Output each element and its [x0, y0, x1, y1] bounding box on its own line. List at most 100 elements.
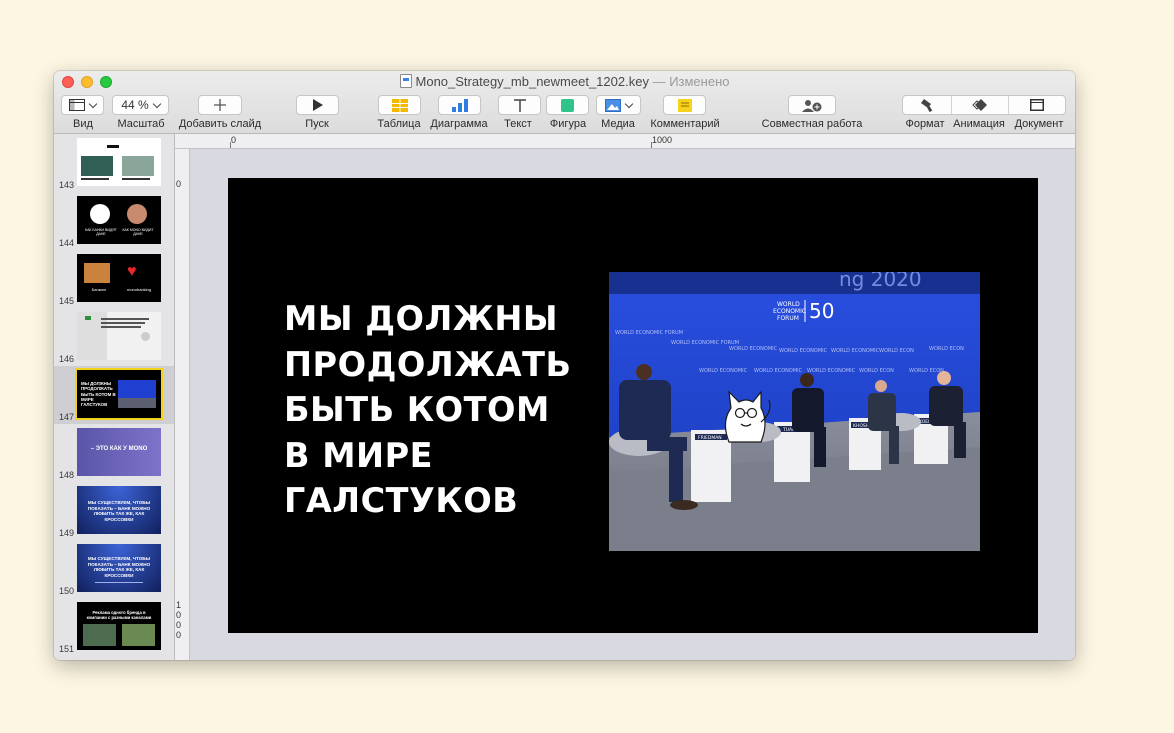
thumbnail-caption: МЫ СУЩЕСТВУЕМ, ЧТОБЫ ПОКАЗАТЬ – БАНК МОЖ… [87, 500, 151, 522]
ruler-digit: 0 [176, 610, 182, 620]
svg-text:WORLD ECONOMIC FORUM: WORLD ECONOMIC FORUM [615, 330, 683, 336]
media-button[interactable] [596, 95, 641, 115]
svg-text:WORLD ECONOMIC: WORLD ECONOMIC [699, 368, 748, 374]
slide-thumbnail-147[interactable]: МЫ ДОЛЖНЫ ПРОДОЛЖАТЬ БЫТЬ КОТОМ В МИРЕ Г… [54, 366, 174, 424]
svg-text:WORLD ECONOMIC: WORLD ECONOMIC [831, 348, 880, 354]
slide-canvas[interactable]: МЫ ДОЛЖНЫ ПРОДОЛЖАТЬ БЫТЬ КОТОМ В МИРЕ Г… [190, 149, 1075, 660]
slide-number: 144 [58, 238, 74, 248]
thumbnail-caption: monobanking [126, 287, 152, 292]
table-button[interactable] [378, 95, 421, 115]
zoom-value: 44 % [121, 98, 149, 112]
svg-text:WORLD ECONOMIC: WORLD ECONOMIC [779, 348, 828, 354]
thumbnail-preview: МЫ ДОЛЖНЫ ПРОДОЛЖАТЬ БЫТЬ КОТОМ В МИРЕ Г… [75, 368, 163, 420]
svg-text:WORLD ECONOMIC: WORLD ECONOMIC [729, 346, 778, 352]
comment-button[interactable] [663, 95, 706, 115]
current-slide[interactable]: МЫ ДОЛЖНЫ ПРОДОЛЖАТЬ БЫТЬ КОТОМ В МИРЕ Г… [228, 178, 1038, 633]
headline-line: ПРОДОЛЖАТЬ [284, 344, 572, 384]
play-button[interactable] [296, 95, 339, 115]
slide-number: 145 [58, 296, 74, 306]
media-icon [605, 98, 621, 112]
thumbnail-caption: Реклама одного бренда в компании с разны… [86, 610, 152, 620]
slide-number: 151 [58, 644, 74, 654]
heart-icon: ♥ [127, 263, 137, 280]
text-label: Текст [504, 118, 532, 130]
play-icon [312, 99, 323, 111]
shape-icon [561, 98, 574, 112]
slide-thumbnail-151[interactable]: Реклама одного бренда в компании с разны… [54, 598, 174, 656]
thumbnail-caption: МЫ СУЩЕСТВУЕМ, ЧТОБЫ ПОКАЗАТЬ – БАНК МОЖ… [87, 556, 151, 578]
ruler-digit: 0 [176, 630, 182, 640]
document-filename: Mono_Strategy_mb_newmeet_1202.key [415, 74, 649, 89]
svg-text:WORLD ECONOMIC: WORLD ECONOMIC [754, 368, 803, 374]
slide-navigator[interactable]: 143 КАК БАНКИ ВИДЯТ ДАНЕ КАК MONO ВИДИТ … [54, 134, 175, 660]
text-icon [513, 98, 526, 112]
keynote-doc-icon [399, 74, 412, 88]
ruler-digit: 0 [176, 620, 182, 630]
forum-panel-photo: ng 2020 WORLD ECONOMIC FORUM 50 WORLD EC… [609, 272, 980, 551]
keynote-window: Mono_Strategy_mb_newmeet_1202.key — Изме… [54, 71, 1075, 660]
text-button[interactable] [498, 95, 541, 115]
view-icon [69, 99, 85, 111]
svg-text:WORLD ECONOMIC: WORLD ECONOMIC [807, 368, 856, 374]
nameplate-text: FRIEDMAN [698, 435, 722, 441]
chart-label: Диаграмма [430, 118, 488, 130]
table-icon [391, 98, 408, 112]
document-panel-icon [1030, 99, 1044, 111]
collaborate-button[interactable] [788, 95, 836, 115]
svg-text:WORLD ECON: WORLD ECON [929, 346, 964, 352]
view-button[interactable] [61, 95, 104, 115]
chart-button[interactable] [438, 95, 481, 115]
headline-line: В МИРЕ [284, 435, 434, 475]
animate-label: Анимация [953, 118, 1005, 130]
headline-line: БЫТЬ КОТОМ [284, 390, 550, 429]
headline-line: МЫ ДОЛЖНЫ [284, 299, 559, 338]
slide-thumbnail-146[interactable]: 146 [54, 308, 174, 366]
document-button[interactable] [1009, 96, 1065, 114]
slide-thumbnail-145[interactable]: ♥ Банкинг monobanking 145 [54, 250, 174, 308]
svg-text:WORLD ECON: WORLD ECON [879, 348, 914, 354]
paintbrush-icon [920, 98, 932, 112]
thumbnail-preview [77, 138, 161, 186]
slide-thumbnail-149[interactable]: МЫ СУЩЕСТВУЕМ, ЧТОБЫ ПОКАЗАТЬ – БАНК МОЖ… [54, 482, 174, 540]
play-label: Пуск [305, 118, 329, 130]
ruler-label: 1000 [652, 135, 673, 145]
slide-photo[interactable]: ng 2020 WORLD ECONOMIC FORUM 50 WORLD EC… [609, 272, 980, 551]
slide-headline[interactable]: МЫ ДОЛЖНЫ ПРОДОЛЖАТЬ БЫТЬ КОТОМ В МИРЕ Г… [284, 296, 572, 524]
horizontal-ruler[interactable]: 0 1000 [175, 134, 1075, 149]
thumbnail-caption: КАК MONO ВИДИТ ДАНЕ [122, 228, 154, 236]
document-status: — Изменено [652, 74, 730, 89]
shape-button[interactable] [546, 95, 589, 115]
media-label: Медиа [601, 118, 635, 130]
chevron-down-icon [624, 99, 634, 108]
slide-number: 150 [58, 586, 74, 596]
collaborate-label: Совместная работа [761, 118, 863, 130]
wef-logo-text: ECONOMIC [773, 308, 806, 315]
slide-thumbnail-150[interactable]: МЫ СУЩЕСТВУЕМ, ЧТОБЫ ПОКАЗАТЬ – БАНК МОЖ… [54, 540, 174, 598]
slide-thumbnail-148[interactable]: – ЭТО КАК У MONO 148 [54, 424, 174, 482]
table-label: Таблица [377, 118, 421, 130]
ruler-label: 0 [231, 135, 237, 145]
inspector-segmented [902, 95, 1066, 115]
document-title: Mono_Strategy_mb_newmeet_1202.key — Изме… [54, 74, 1075, 90]
animate-diamond-icon [972, 99, 987, 111]
chevron-down-icon [88, 99, 98, 108]
format-button[interactable] [903, 96, 952, 114]
thumbnail-preview: МЫ СУЩЕСТВУЕМ, ЧТОБЫ ПОКАЗАТЬ – БАНК МОЖ… [77, 486, 161, 534]
add-slide-button[interactable] [198, 95, 242, 115]
slide-thumbnail-143[interactable]: 143 [54, 134, 174, 192]
slide-thumbnail-144[interactable]: КАК БАНКИ ВИДЯТ ДАНЕ КАК MONO ВИДИТ ДАНЕ… [54, 192, 174, 250]
zoom-select[interactable]: 44 % [112, 95, 169, 115]
svg-text:WORLD ECON: WORLD ECON [859, 368, 894, 374]
thumbnail-preview: ♥ Банкинг monobanking [77, 254, 161, 302]
slide-number: 148 [58, 470, 74, 480]
slide-number: 143 [58, 180, 74, 190]
ruler-label: 1 0 0 0 [176, 600, 181, 640]
thumbnail-caption: – ЭТО КАК У MONO [90, 446, 148, 452]
thumbnail-caption: КАК БАНКИ ВИДЯТ ДАНЕ [85, 228, 117, 236]
headline-line: ГАЛСТУКОВ [284, 481, 519, 520]
vertical-ruler[interactable]: 0 1 0 0 0 [175, 149, 190, 660]
add-slide-label: Добавить слайд [178, 118, 262, 130]
wef-logo-text: WORLD [777, 301, 800, 308]
animate-button[interactable] [952, 96, 1009, 114]
comment-label: Комментарий [650, 118, 720, 130]
